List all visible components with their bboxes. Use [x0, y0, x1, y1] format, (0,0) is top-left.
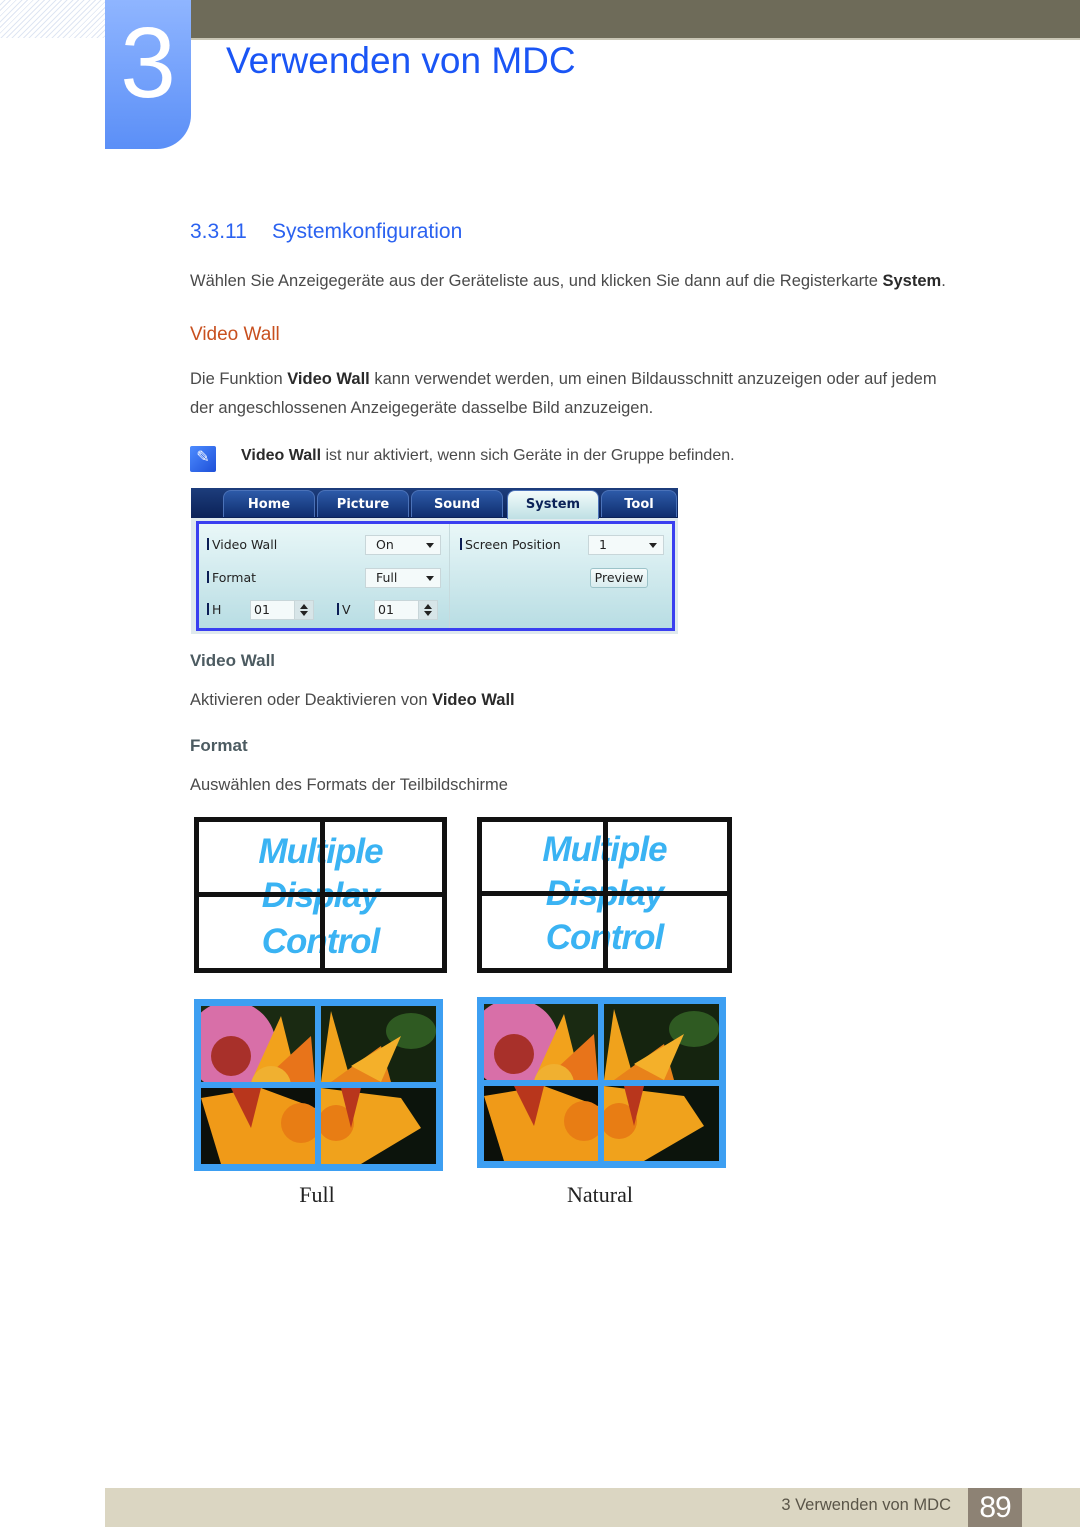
- chapter-number: 3: [120, 7, 176, 119]
- option-desc-bold: Video Wall: [432, 691, 515, 709]
- v-label: V: [337, 602, 351, 617]
- option-video-wall-heading: Video Wall: [190, 651, 276, 670]
- video-wall-heading: Video Wall: [190, 324, 280, 345]
- caption-full: Full: [299, 1182, 335, 1207]
- grid-divider-horizontal: [199, 892, 442, 897]
- caption-natural: Natural: [567, 1182, 633, 1207]
- screen-position-label: Screen Position: [460, 537, 561, 552]
- header-hatch-decoration: [0, 0, 105, 38]
- footer-chapter-text: 3 Verwenden von MDC: [781, 1496, 951, 1514]
- v-stepper-buttons[interactable]: [418, 601, 437, 619]
- flower-tile: [321, 1088, 436, 1164]
- desc-bold: Video Wall: [287, 370, 370, 388]
- intro-text: Wählen Sie Anzeigegeräte aus der Gerätel…: [190, 272, 883, 290]
- settings-panel: Video Wall On Format Full H 01 V 01 Scre…: [196, 521, 675, 631]
- section-title: 3.3.11 Systemkonfiguration: [190, 220, 462, 244]
- flower-tile: [201, 1088, 315, 1164]
- tab-home[interactable]: Home: [223, 490, 315, 517]
- tab-bar: Home Picture Sound System Tool: [191, 488, 678, 519]
- flower-tile: [484, 1086, 598, 1161]
- flower-wall-full: [194, 999, 443, 1171]
- mdc-grid-full: Multiple Display Control: [194, 817, 447, 973]
- tab-sound[interactable]: Sound: [411, 490, 503, 517]
- chapter-title: Verwenden von MDC: [226, 40, 576, 81]
- video-wall-desc-line2: der angeschlossenen Anzeigegeräte dassel…: [190, 399, 654, 417]
- arrow-up-icon: [424, 604, 432, 609]
- video-wall-select[interactable]: On: [365, 535, 441, 555]
- flower-tile: [201, 1006, 315, 1082]
- note-bold: Video Wall: [241, 447, 322, 464]
- option-desc-pre: Aktivieren oder Deaktivieren von: [190, 691, 433, 709]
- note-pencil-icon: ✎: [190, 446, 216, 472]
- v-value: 01: [378, 602, 394, 617]
- arrow-up-icon: [300, 604, 308, 609]
- screen-position-value: 1: [599, 537, 607, 552]
- option-video-wall-desc: Aktivieren oder Deaktivieren von Video W…: [190, 691, 515, 710]
- arrow-down-icon: [300, 611, 308, 616]
- h-value: 01: [254, 602, 270, 617]
- grid-divider-horizontal: [482, 891, 727, 896]
- footer-bar: 3 Verwenden von MDC: [105, 1488, 1080, 1527]
- section-title-text: Systemkonfiguration: [272, 220, 463, 243]
- header-bar: [190, 0, 1080, 38]
- video-wall-desc-line1: Die Funktion Video Wall kann verwendet w…: [190, 370, 937, 389]
- h-stepper-buttons[interactable]: [294, 601, 313, 619]
- tab-system[interactable]: System: [507, 490, 599, 519]
- chevron-down-icon: [426, 543, 434, 548]
- panel-divider: [449, 524, 450, 628]
- intro-end: .: [941, 272, 946, 290]
- chapter-badge: 3: [105, 0, 191, 149]
- h-stepper[interactable]: 01: [250, 600, 314, 620]
- flower-tile: [321, 1006, 436, 1082]
- arrow-down-icon: [424, 611, 432, 616]
- flower-tile: [604, 1086, 719, 1161]
- intro-paragraph: Wählen Sie Anzeigegeräte aus der Gerätel…: [190, 272, 946, 291]
- note-text: Video Wall ist nur aktiviert, wenn sich …: [241, 447, 735, 465]
- option-format-desc: Auswählen des Formats der Teilbildschirm…: [190, 776, 508, 794]
- mdc-system-panel: Home Picture Sound System Tool Video Wal…: [191, 488, 678, 634]
- note-rest: ist nur aktiviert, wenn sich Geräte in d…: [321, 447, 735, 464]
- flower-tile: [604, 1004, 719, 1080]
- video-wall-label: Video Wall: [207, 537, 277, 552]
- format-select[interactable]: Full: [365, 568, 441, 588]
- v-stepper[interactable]: 01: [374, 600, 438, 620]
- chevron-down-icon: [649, 543, 657, 548]
- desc-rest: kann verwendet werden, um einen Bildauss…: [369, 370, 937, 388]
- page-number: 89: [968, 1488, 1022, 1527]
- option-format-heading: Format: [190, 736, 248, 755]
- chevron-down-icon: [426, 576, 434, 581]
- intro-bold: System: [882, 272, 942, 290]
- desc-pre: Die Funktion: [190, 370, 288, 388]
- format-label: Format: [207, 570, 256, 585]
- preview-button[interactable]: Preview: [590, 568, 648, 588]
- screen-position-select[interactable]: 1: [588, 535, 664, 555]
- tab-tool[interactable]: Tool: [601, 490, 677, 517]
- video-wall-value: On: [376, 537, 394, 552]
- flower-wall-natural: [477, 997, 726, 1168]
- section-number: 3.3.11: [190, 220, 247, 243]
- mdc-grid-natural: Multiple Display Control: [477, 817, 732, 973]
- format-value: Full: [376, 570, 398, 585]
- h-label: H: [207, 602, 221, 617]
- tab-picture[interactable]: Picture: [317, 490, 409, 517]
- flower-tile: [484, 1004, 598, 1080]
